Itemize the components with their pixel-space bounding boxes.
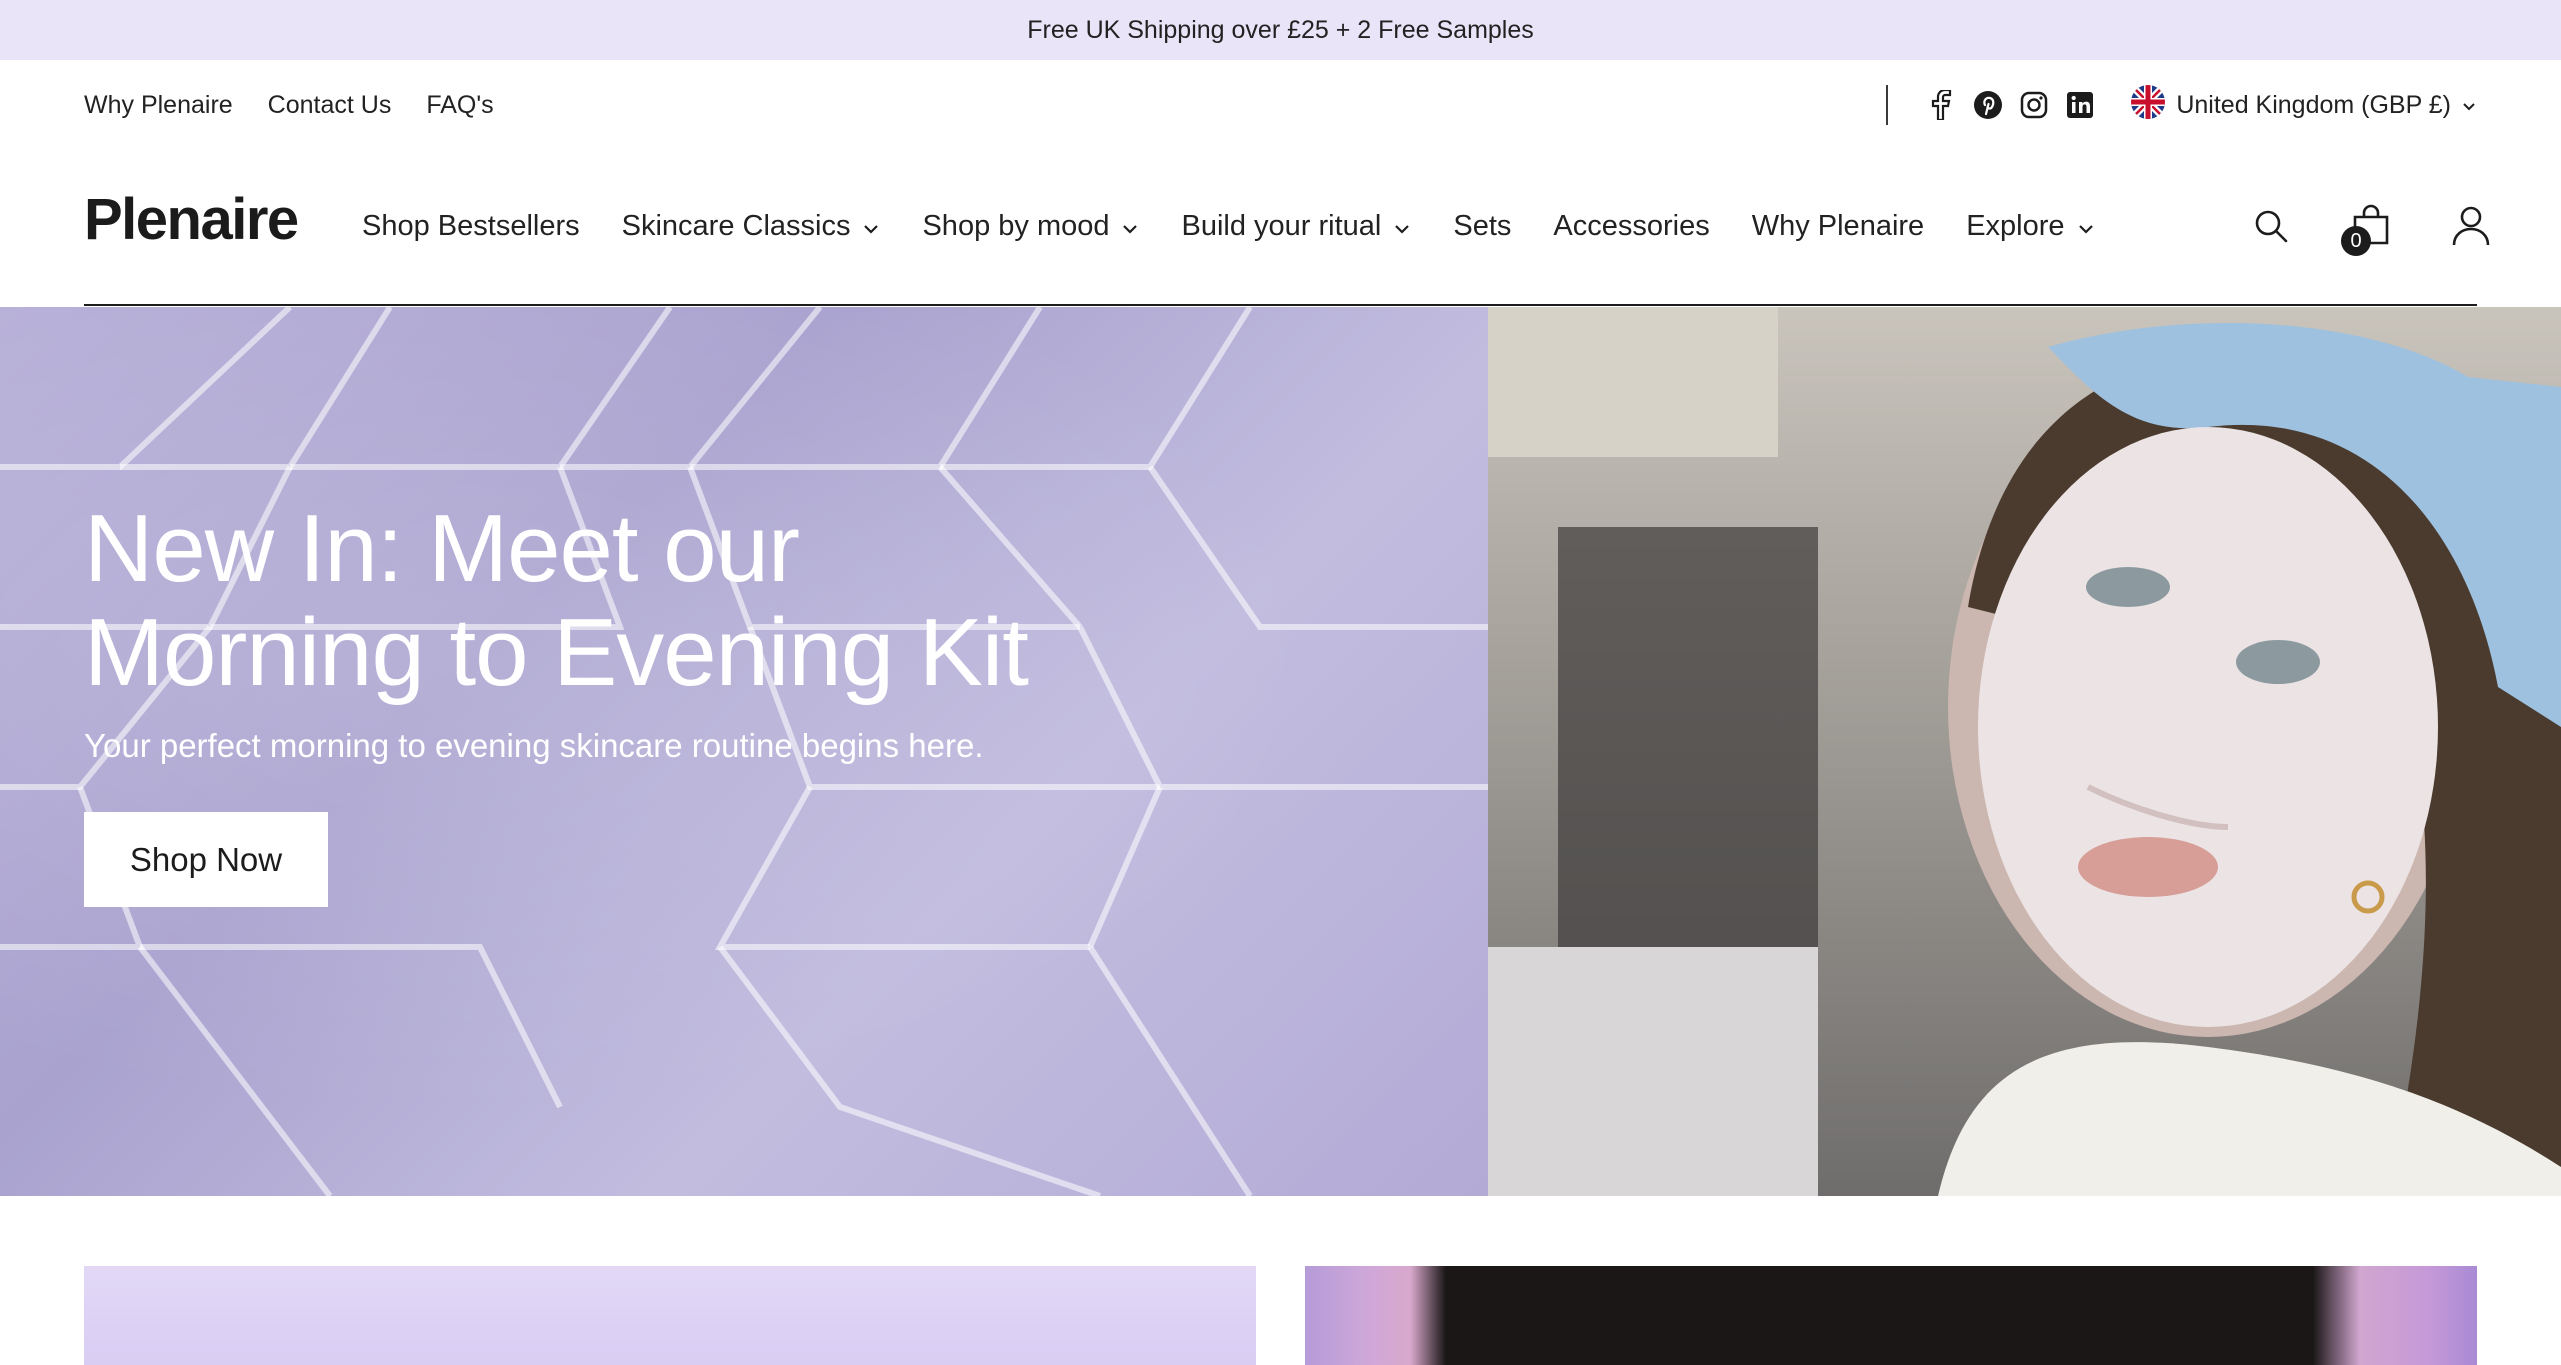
- main-nav: Shop Bestsellers Skincare Classics Shop …: [362, 150, 2095, 302]
- announcement-text: Free UK Shipping over £25 + 2 Free Sampl…: [1027, 15, 1534, 44]
- account-icon[interactable]: [2449, 204, 2493, 248]
- instagram-icon[interactable]: [2018, 89, 2050, 121]
- country-selector[interactable]: United Kingdom (GBP £): [2130, 84, 2477, 127]
- search-icon[interactable]: [2249, 204, 2293, 248]
- hero-title-line-2: Morning to Evening Kit: [84, 599, 1029, 706]
- nav-label: Build your ritual: [1181, 209, 1382, 242]
- nav-label: Sets: [1453, 209, 1512, 242]
- chevron-down-icon: [2077, 210, 2095, 243]
- chevron-down-icon: [2461, 91, 2477, 120]
- announcement-bar: Free UK Shipping over £25 + 2 Free Sampl…: [0, 0, 2561, 60]
- shop-now-button[interactable]: Shop Now: [84, 812, 328, 907]
- promo-card-left[interactable]: [84, 1266, 1256, 1365]
- utility-right: United Kingdom (GBP £): [1886, 60, 2477, 150]
- hero-title: New In: Meet our Morning to Evening Kit: [84, 497, 1384, 705]
- logo[interactable]: Plenaire: [84, 186, 299, 253]
- cart-button[interactable]: 0: [2341, 204, 2393, 256]
- hero-subtitle: Your perfect morning to evening skincare…: [84, 727, 984, 764]
- header-icons: 0: [2249, 150, 2493, 302]
- promo-card-right[interactable]: [1305, 1266, 2477, 1365]
- nav-item-explore[interactable]: Explore: [1966, 210, 2094, 243]
- social-links: [1926, 89, 2096, 121]
- nav-item-build-your-ritual[interactable]: Build your ritual: [1181, 210, 1411, 243]
- utility-link-contact-us[interactable]: Contact Us: [268, 91, 392, 120]
- utility-divider: [1886, 85, 1889, 125]
- country-label: United Kingdom (GBP £): [2176, 90, 2451, 119]
- uk-flag-icon: [2130, 84, 2166, 127]
- hero-banner: New In: Meet our Morning to Evening Kit …: [0, 307, 2561, 1196]
- nav-label: Why Plenaire: [1751, 209, 1925, 242]
- cart-count-badge: 0: [2341, 226, 2371, 256]
- nav-label: Skincare Classics: [621, 209, 851, 242]
- pinterest-icon[interactable]: [1972, 89, 2004, 121]
- chevron-down-icon: [862, 210, 880, 243]
- chevron-down-icon: [1121, 210, 1139, 243]
- hero-text: New In: Meet our Morning to Evening Kit …: [84, 497, 1384, 765]
- nav-item-sets[interactable]: Sets: [1453, 210, 1511, 243]
- utility-link-faqs[interactable]: FAQ's: [426, 91, 493, 120]
- utility-links: Why Plenaire Contact Us FAQ's: [84, 60, 494, 150]
- header-divider: [84, 304, 2477, 306]
- nav-label: Shop Bestsellers: [362, 209, 580, 242]
- nav-item-shop-bestsellers[interactable]: Shop Bestsellers: [362, 210, 580, 243]
- facebook-icon[interactable]: [1926, 89, 1958, 121]
- nav-item-why-plenaire[interactable]: Why Plenaire: [1752, 210, 1924, 243]
- utility-link-why-plenaire[interactable]: Why Plenaire: [84, 91, 233, 120]
- linkedin-icon[interactable]: [2064, 89, 2096, 121]
- nav-label: Explore: [1966, 209, 2065, 242]
- nav-label: Shop by mood: [922, 209, 1110, 242]
- nav-item-shop-by-mood[interactable]: Shop by mood: [922, 210, 1139, 243]
- utility-bar: Why Plenaire Contact Us FAQ's United Kin…: [0, 60, 2561, 150]
- hero-model-photo: [1488, 307, 2561, 1196]
- chevron-down-icon: [1393, 210, 1411, 243]
- hero-title-line-1: New In: Meet our: [84, 495, 800, 602]
- nav-label: Accessories: [1553, 209, 1710, 242]
- nav-item-skincare-classics[interactable]: Skincare Classics: [622, 210, 881, 243]
- main-header: Plenaire Shop Bestsellers Skincare Class…: [0, 150, 2561, 306]
- nav-item-accessories[interactable]: Accessories: [1553, 210, 1709, 243]
